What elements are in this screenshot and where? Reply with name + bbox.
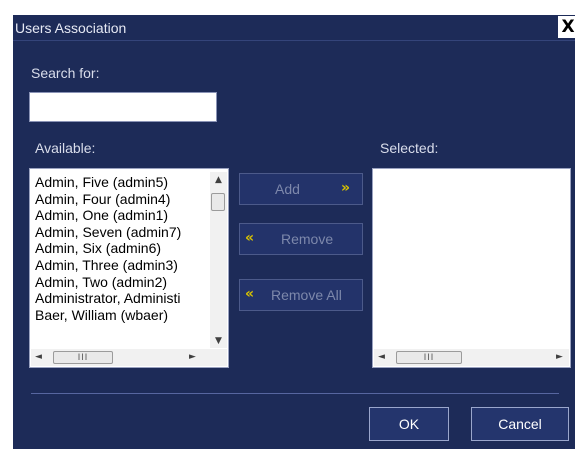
scroll-right-icon[interactable]: ►: [556, 352, 563, 362]
remove-button[interactable]: « Remove: [239, 223, 363, 255]
scroll-down-icon[interactable]: ▼: [210, 336, 227, 346]
add-button[interactable]: Add »: [239, 173, 363, 205]
dialog-title: Users Association: [15, 20, 127, 36]
list-item[interactable]: Admin, Four (admin4): [35, 191, 210, 208]
list-item[interactable]: Admin, Five (admin5): [35, 174, 210, 191]
scroll-left-icon[interactable]: ◄: [35, 352, 42, 362]
list-item[interactable]: Admin, One (admin1): [35, 207, 210, 224]
remove-all-button-label: Remove All: [271, 287, 342, 303]
chevron-right-icon: »: [341, 180, 351, 196]
selected-list[interactable]: ◄ III ►: [372, 168, 571, 368]
cancel-button[interactable]: Cancel: [471, 407, 569, 441]
chevron-left-icon: «: [245, 230, 255, 246]
search-input[interactable]: [29, 92, 217, 122]
list-item[interactable]: Admin, Two (admin2): [35, 274, 210, 291]
remove-button-label: Remove: [281, 231, 334, 247]
remove-all-button[interactable]: « Remove All: [239, 279, 363, 311]
ok-button[interactable]: OK: [369, 407, 449, 441]
title-bar: Users Association X: [13, 15, 575, 40]
search-label: Search for:: [31, 65, 100, 81]
horizontal-scroll-thumb[interactable]: III: [396, 351, 462, 364]
chevron-left-icon: «: [245, 286, 255, 302]
available-items: Admin, Five (admin5) Admin, Four (admin4)…: [35, 174, 210, 323]
available-vertical-scrollbar[interactable]: ▲ ▼: [210, 172, 227, 348]
footer-divider: [31, 393, 559, 394]
scroll-left-icon[interactable]: ◄: [378, 352, 385, 362]
scroll-right-icon[interactable]: ►: [189, 352, 196, 362]
list-item[interactable]: Admin, Seven (admin7): [35, 224, 210, 241]
users-association-dialog: Users Association X Search for: Availabl…: [13, 15, 575, 449]
vertical-scroll-thumb[interactable]: [211, 193, 225, 211]
list-item[interactable]: Administrator, Administi: [35, 290, 210, 307]
list-item[interactable]: Baer, William (wbaer): [35, 307, 210, 324]
add-button-label: Add: [275, 181, 300, 197]
list-item[interactable]: Admin, Six (admin6): [35, 240, 210, 257]
scroll-up-icon[interactable]: ▲: [210, 175, 227, 185]
title-separator: [13, 40, 575, 41]
available-list[interactable]: Admin, Five (admin5) Admin, Four (admin4)…: [29, 168, 229, 368]
selected-horizontal-scrollbar[interactable]: ◄ III ►: [374, 349, 569, 366]
available-horizontal-scrollbar[interactable]: ◄ III ►: [31, 349, 227, 366]
close-icon[interactable]: X: [558, 16, 575, 38]
list-item[interactable]: Admin, Three (admin3): [35, 257, 210, 274]
horizontal-scroll-thumb[interactable]: III: [53, 351, 113, 364]
selected-label: Selected:: [380, 140, 439, 156]
available-label: Available:: [35, 140, 96, 156]
